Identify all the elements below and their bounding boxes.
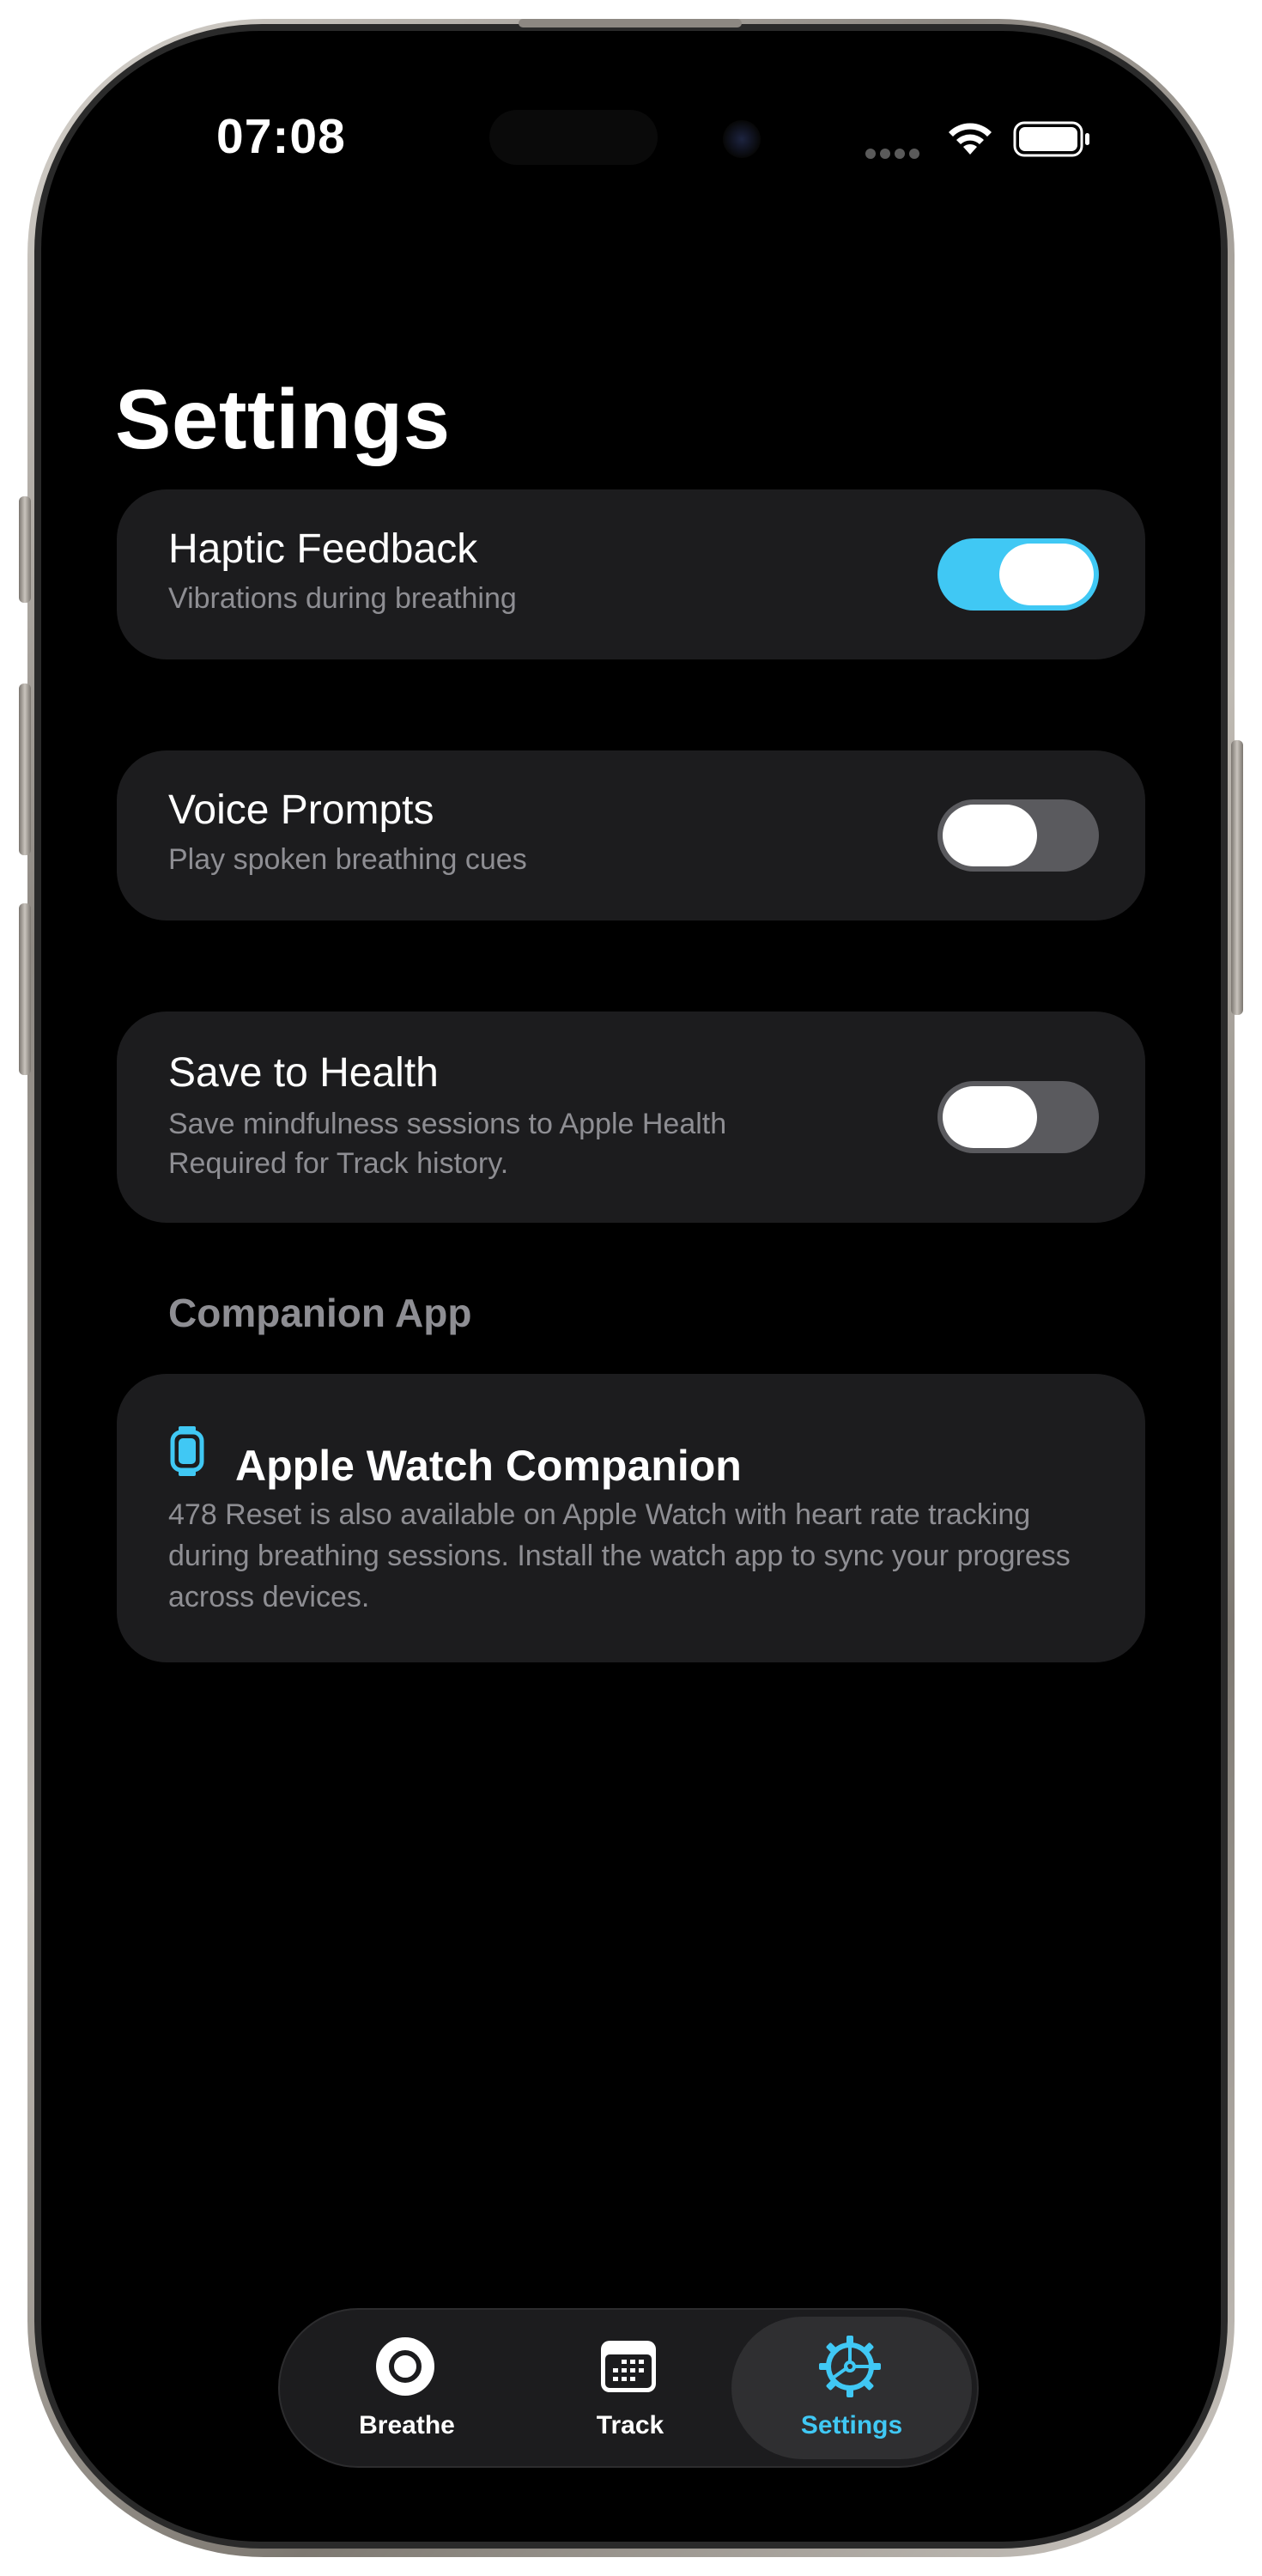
volume-down-button xyxy=(19,903,31,1075)
power-button xyxy=(1231,740,1243,1015)
applewatch-icon xyxy=(170,1426,204,1476)
haptic-feedback-subtitle: Vibrations during breathing xyxy=(168,582,517,615)
companion-description: 478 Reset is also available on Apple Wat… xyxy=(168,1498,1071,1613)
voice-prompts-toggle[interactable] xyxy=(937,799,1099,872)
voice-prompts-subtitle: Play spoken breathing cues xyxy=(168,843,527,876)
save-to-health-card: Save to Health Save mindfulness sessions… xyxy=(117,1012,1145,1223)
tab-breathe-label: Breathe xyxy=(359,2411,455,2439)
tab-settings-label: Settings xyxy=(800,2411,903,2439)
wifi-icon xyxy=(949,123,992,155)
screen: 07:08 Settings Haptic Feedback Vibration… xyxy=(41,31,1221,2542)
action-button xyxy=(19,496,31,603)
save-to-health-note: Required for Track history. xyxy=(168,1147,509,1180)
haptic-feedback-label: Haptic Feedback xyxy=(168,526,478,572)
save-to-health-subtitle: Save mindfulness sessions to Apple Healt… xyxy=(168,1108,727,1140)
tab-settings[interactable]: Settings xyxy=(731,2317,972,2459)
status-time: 07:08 xyxy=(216,109,346,164)
cellular-signal-icon xyxy=(865,148,927,159)
toggle-knob xyxy=(943,805,1037,866)
tab-track-label: Track xyxy=(596,2411,664,2439)
toggle-knob xyxy=(999,544,1094,605)
breathe-circle-icon xyxy=(376,2337,434,2396)
save-to-health-label: Save to Health xyxy=(168,1050,439,1096)
dynamic-island xyxy=(489,110,658,165)
battery-icon xyxy=(1013,121,1089,157)
voice-prompts-card: Voice Prompts Play spoken breathing cues xyxy=(117,750,1145,920)
companion-title: Apple Watch Companion xyxy=(235,1442,742,1490)
page-title: Settings xyxy=(115,372,451,466)
frame-antenna-line xyxy=(519,19,742,27)
apple-watch-companion-card[interactable]: Apple Watch Companion 478 Reset is also … xyxy=(117,1374,1145,1662)
front-camera xyxy=(723,120,761,158)
toggle-knob xyxy=(943,1086,1037,1148)
gear-icon xyxy=(819,2336,881,2397)
tab-bar: Breathe Track Settings xyxy=(278,2308,979,2468)
volume-up-button xyxy=(19,683,31,855)
voice-prompts-label: Voice Prompts xyxy=(168,787,434,833)
haptic-feedback-card: Haptic Feedback Vibrations during breath… xyxy=(117,489,1145,659)
calendar-icon xyxy=(601,2341,656,2392)
tab-track[interactable]: Track xyxy=(510,2317,750,2459)
tab-breathe[interactable]: Breathe xyxy=(287,2317,527,2459)
save-to-health-toggle[interactable] xyxy=(937,1081,1099,1153)
companion-section-header: Companion App xyxy=(168,1291,472,1335)
haptic-feedback-toggle[interactable] xyxy=(937,538,1099,611)
